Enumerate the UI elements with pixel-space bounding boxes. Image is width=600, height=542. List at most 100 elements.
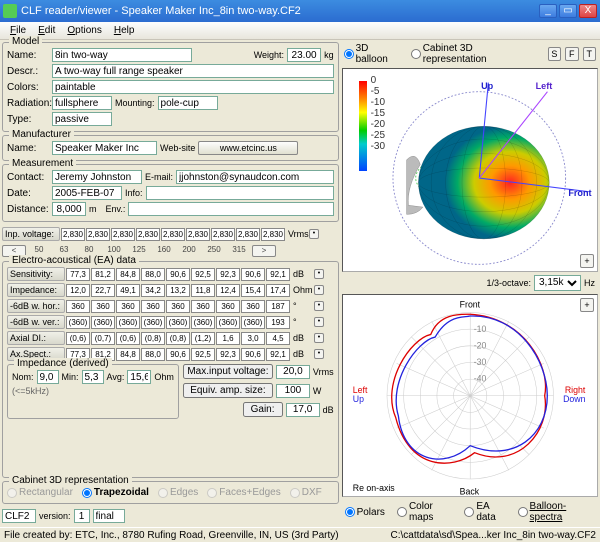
info-input[interactable]	[146, 186, 334, 200]
ea-cell[interactable]: 90,6	[241, 348, 265, 361]
email-input[interactable]	[176, 170, 334, 184]
cab-edges-radio[interactable]: Edges	[158, 487, 198, 498]
ea-cell[interactable]: 84,8	[116, 348, 140, 361]
cab-trap-radio[interactable]: Trapezoidal	[82, 487, 149, 498]
menu-help[interactable]: Help	[108, 24, 141, 37]
ea-row-header[interactable]: -6dB w. ver.:	[7, 315, 65, 329]
website-button[interactable]: www.etcinc.us	[198, 141, 298, 155]
view-f-button[interactable]: F	[565, 47, 578, 61]
radiation-input[interactable]	[52, 96, 112, 110]
ampsz-input[interactable]	[276, 384, 310, 398]
ea-cell[interactable]: 22,7	[91, 284, 115, 297]
ea-cell[interactable]: 360	[191, 300, 215, 313]
ampsz-button[interactable]: Equiv. amp. size:	[183, 383, 273, 398]
ea-cell[interactable]: 360	[216, 300, 240, 313]
inp-voltage-menu-button[interactable]: •	[309, 229, 319, 239]
ea-cell[interactable]: (0,6)	[66, 332, 90, 345]
tab-balloon-spectra[interactable]: Balloon-spectra	[518, 501, 589, 523]
ea-cell[interactable]: 193	[266, 316, 290, 329]
ea-cell[interactable]: 92,5	[191, 348, 215, 361]
gain-input[interactable]	[286, 403, 320, 417]
ea-cell[interactable]: 90,6	[166, 268, 190, 281]
ea-menu-button[interactable]: •	[314, 285, 324, 295]
ea-cell[interactable]: 12,4	[216, 284, 240, 297]
version-input[interactable]	[74, 509, 90, 523]
ea-menu-button[interactable]: •	[314, 349, 324, 359]
ea-cell[interactable]: 90,6	[166, 348, 190, 361]
freq-next-button[interactable]: >	[252, 245, 276, 257]
ea-cell[interactable]: (1,2)	[191, 332, 215, 345]
ea-cell[interactable]: 81,2	[91, 268, 115, 281]
ea-cell[interactable]: 84,8	[116, 268, 140, 281]
ea-row-header[interactable]: -6dB w. hor.:	[7, 299, 65, 313]
ea-cell[interactable]: 360	[66, 300, 90, 313]
inp-voltage-cell[interactable]: 2,830	[236, 228, 260, 241]
ea-cell[interactable]: 88,0	[141, 348, 165, 361]
min-input[interactable]	[82, 370, 104, 384]
ea-cell[interactable]: 92,1	[266, 348, 290, 361]
ea-cell[interactable]: (360)	[116, 316, 140, 329]
ea-cell[interactable]: 187	[266, 300, 290, 313]
maxv-button[interactable]: Max.input voltage:	[183, 364, 273, 379]
env-input[interactable]	[128, 202, 333, 216]
ea-cell[interactable]: (360)	[216, 316, 240, 329]
name-input[interactable]	[52, 48, 192, 62]
ea-cell[interactable]: (0,8)	[166, 332, 190, 345]
ea-cell[interactable]: 88,0	[141, 268, 165, 281]
view-s-button[interactable]: S	[548, 47, 561, 61]
cab-dxf-radio[interactable]: DXF	[290, 487, 322, 498]
close-button[interactable]: X	[579, 4, 597, 18]
ea-cell[interactable]: 11,8	[191, 284, 215, 297]
ea-cell[interactable]: 92,3	[216, 348, 240, 361]
nom-input[interactable]	[37, 370, 59, 384]
balloon-radio[interactable]: 3D balloon	[344, 43, 401, 65]
ea-cell[interactable]: (360)	[166, 316, 190, 329]
minimize-button[interactable]: _	[539, 4, 557, 18]
inp-voltage-cell[interactable]: 2,830	[211, 228, 235, 241]
inp-voltage-cell[interactable]: 2,830	[261, 228, 285, 241]
avg-input[interactable]	[127, 370, 151, 384]
ea-cell[interactable]: (360)	[66, 316, 90, 329]
maxv-input[interactable]	[276, 365, 310, 379]
ea-cell[interactable]: 4,5	[266, 332, 290, 345]
ea-cell[interactable]: 12,0	[66, 284, 90, 297]
ea-menu-button[interactable]: •	[314, 269, 324, 279]
ea-cell[interactable]: (0,8)	[141, 332, 165, 345]
ea-cell[interactable]: 17,4	[266, 284, 290, 297]
ea-cell[interactable]: (0,6)	[116, 332, 140, 345]
inp-voltage-cell[interactable]: 2,830	[186, 228, 210, 241]
ea-cell[interactable]: 92,1	[266, 268, 290, 281]
inp-voltage-cell[interactable]: 2,830	[61, 228, 85, 241]
type-input[interactable]	[52, 112, 112, 126]
ea-cell[interactable]: 34,2	[141, 284, 165, 297]
mounting-input[interactable]	[158, 96, 218, 110]
ea-cell[interactable]: 1,6	[216, 332, 240, 345]
ea-cell[interactable]: (360)	[241, 316, 265, 329]
contact-input[interactable]	[52, 170, 142, 184]
polar-canvas[interactable]: Front Back Left Up Right Down Re on-axis…	[342, 294, 598, 498]
clf-input[interactable]	[2, 509, 36, 523]
ea-cell[interactable]: 90,6	[241, 268, 265, 281]
ea-cell[interactable]: 360	[141, 300, 165, 313]
cab-rect-radio[interactable]: Rectangular	[7, 487, 73, 498]
inp-voltage-cell[interactable]: 2,830	[86, 228, 110, 241]
cab-faces-radio[interactable]: Faces+Edges	[207, 487, 280, 498]
tab-ea[interactable]: EA data	[464, 501, 505, 523]
ea-cell[interactable]: (360)	[191, 316, 215, 329]
gain-button[interactable]: Gain:	[243, 402, 283, 417]
ea-cell[interactable]: 360	[91, 300, 115, 313]
ea-cell[interactable]: (0,7)	[91, 332, 115, 345]
ea-menu-button[interactable]: •	[314, 317, 324, 327]
ea-row-header[interactable]: Impedance:	[7, 283, 65, 297]
ea-menu-button[interactable]: •	[314, 333, 324, 343]
ea-cell[interactable]: 77,3	[66, 268, 90, 281]
colors-input[interactable]	[52, 80, 334, 94]
mfr-name-input[interactable]	[52, 141, 157, 155]
ea-cell[interactable]: 92,3	[216, 268, 240, 281]
descr-input[interactable]	[52, 64, 334, 78]
balloon-plus-button[interactable]: +	[580, 254, 594, 268]
ea-cell[interactable]: 92,5	[191, 268, 215, 281]
inp-voltage-cell[interactable]: 2,830	[136, 228, 160, 241]
cab3d-radio[interactable]: Cabinet 3D representation	[411, 43, 534, 65]
octave-select[interactable]: 3,15k	[534, 275, 581, 291]
